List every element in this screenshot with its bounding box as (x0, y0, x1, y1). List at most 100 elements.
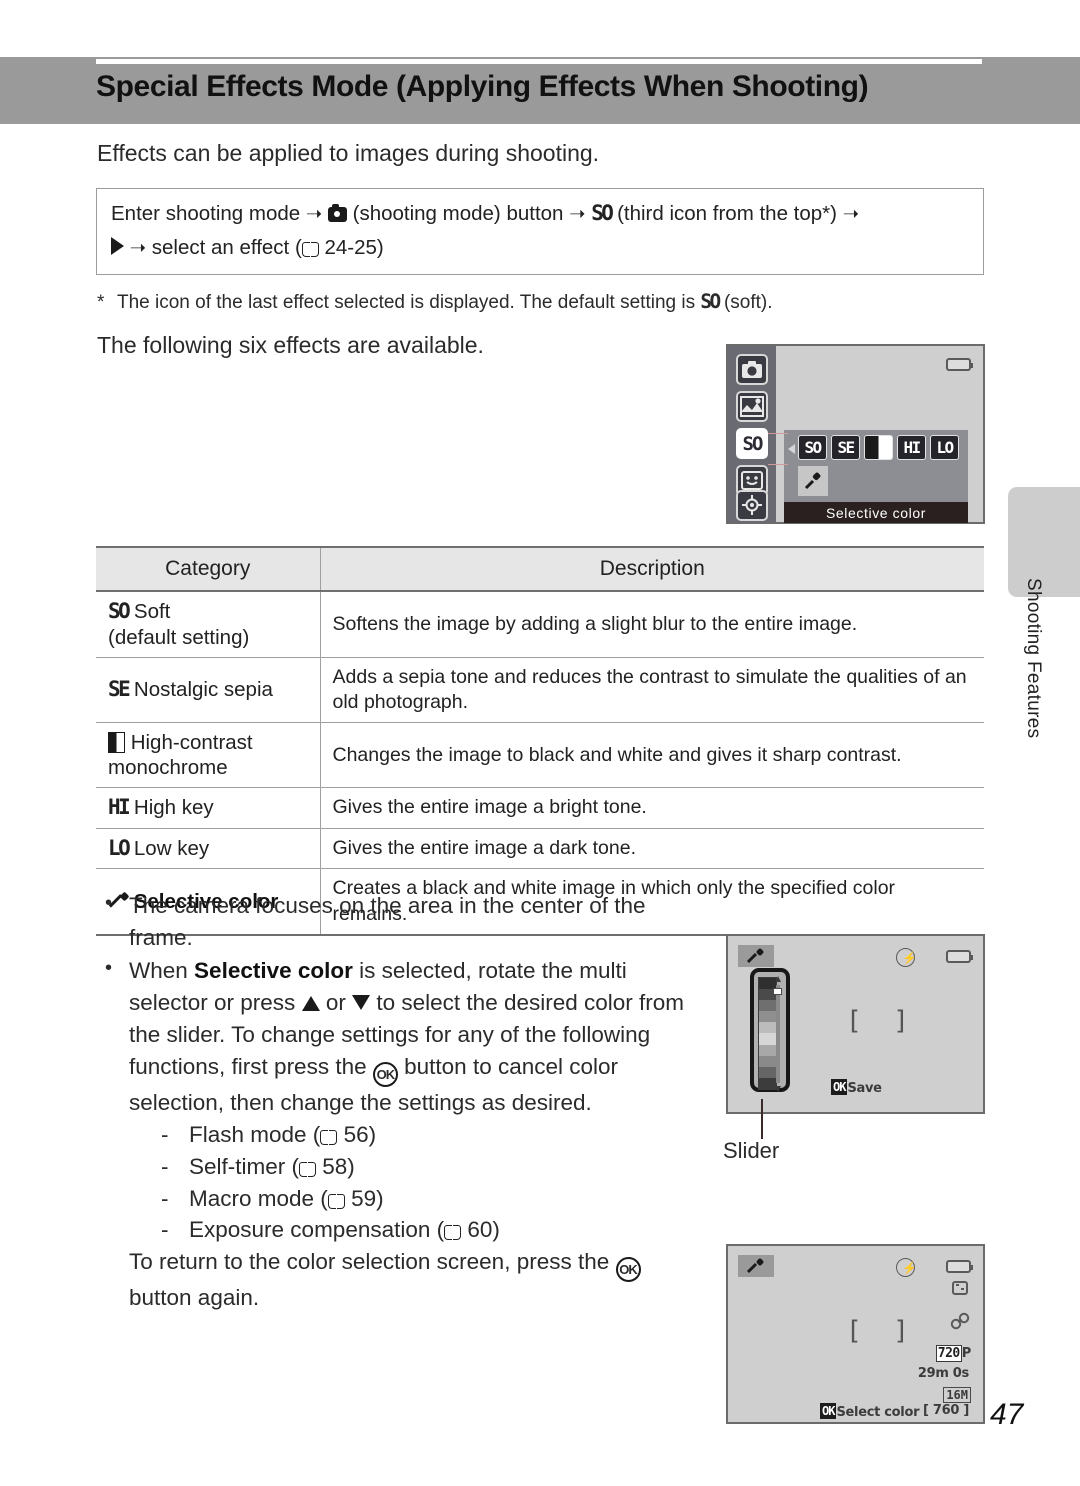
scrollbar-track[interactable] (775, 985, 780, 1083)
description-cell: Softens the image by adding a slight blu… (319, 590, 984, 658)
sub-label: Flash mode ( (189, 1121, 321, 1147)
shots-remaining: [ 760 ] (923, 1403, 969, 1418)
ok-save-hint: OK Save (831, 1079, 882, 1097)
effect-option-so[interactable]: SO (798, 435, 827, 460)
sub-list-item-flash: Flash mode ( 56) (129, 1119, 707, 1151)
color-slider[interactable] (750, 968, 790, 1092)
sub-page: 56) (343, 1121, 377, 1147)
focus-brackets: [ ] (846, 1316, 917, 1346)
shooting-mode-icon (327, 204, 347, 222)
intro-text: Effects can be applied to images during … (97, 140, 600, 166)
contrast-square-icon-row (108, 732, 125, 754)
target-mode-icon (736, 490, 768, 521)
scrollbar-thumb[interactable] (773, 988, 782, 995)
bullet-2-text-g: To return to the color selection screen,… (129, 1249, 610, 1275)
ok-button-osd-icon: OK (831, 1079, 848, 1095)
multi-selector-down-icon (352, 994, 371, 1010)
table-header-row: Category Description (96, 546, 984, 592)
book-reference-icon (327, 1193, 345, 1209)
book-reference-icon (301, 242, 319, 257)
chevron-left-icon (788, 444, 795, 454)
flash-off-icon: ⚡ (896, 1258, 917, 1277)
arrow-right-icon-4: ➝ (129, 237, 147, 259)
scene-glyph (740, 396, 764, 417)
table-row: High-contrast monochrome Changes the ima… (96, 722, 984, 789)
sub-label: Macro mode ( (189, 1185, 328, 1211)
effect-option-contrast-square-icon[interactable] (864, 435, 893, 460)
camera-screen-color-slider: ⚡ [ ] OK Save (726, 934, 985, 1114)
category-label: High-contrast (130, 731, 253, 755)
lo-icon-row: LO (108, 835, 131, 860)
ok-button-osd-icon: OK (820, 1403, 837, 1419)
slider-scrollbar[interactable] (773, 976, 782, 1092)
sub-page: 59) (351, 1185, 384, 1211)
table-row: HI High key Gives the entire image a bri… (96, 787, 984, 829)
category-sublabel: (default setting) (108, 625, 250, 649)
eyedropper-glyph (746, 948, 764, 964)
table-row: SE Nostalgic sepia Adds a sepia tone and… (96, 656, 984, 724)
category-sublabel: monochrome (108, 756, 228, 780)
arrow-right-icon-3: ➝ (842, 203, 860, 225)
footnote: * The icon of the last effect selected is… (97, 290, 773, 314)
effect-option-eyedropper-icon[interactable] (798, 466, 828, 496)
camera-screen-effects-menu: SO SO SE HI LO Selective color (726, 344, 985, 524)
so-icon-footnote: SO (700, 290, 721, 313)
category-cell-sepia: SE Nostalgic sepia (96, 656, 321, 724)
category-label: High key (133, 796, 214, 820)
so-icon: SO (591, 201, 614, 225)
header-rule (96, 59, 982, 64)
description-cell: Gives the entire image a dark tone. (319, 827, 984, 870)
effect-option-se[interactable]: SE (831, 435, 860, 460)
description-cell: Changes the image to black and white and… (319, 722, 984, 789)
vibration-reduction-icon (949, 1279, 971, 1302)
list-item: When Selective color is selected, rotate… (97, 954, 707, 1314)
command-page-ref: 24-25) (324, 236, 384, 259)
so-rail-label: SO (742, 432, 764, 455)
footnote-text-a: The icon of the last effect selected is … (117, 292, 696, 313)
table-header-description: Description (319, 546, 984, 592)
category-label: Soft (133, 600, 171, 623)
effects-table: Category Description SO Soft (default se… (96, 546, 984, 936)
eyedropper-badge-icon (738, 1255, 774, 1277)
record-time-remaining: 29m 0s (917, 1366, 969, 1381)
focus-brackets: [ ] (846, 1006, 917, 1036)
hi-icon-row: HI (108, 795, 131, 820)
ok-action-label: Select color (836, 1405, 920, 1420)
page-title: Special Effects Mode (Applying Effects W… (96, 70, 869, 103)
callout-line-top (768, 433, 788, 434)
manual-page: Special Effects Mode (Applying Effects W… (0, 0, 1080, 1486)
sub-list-item-selftimer: Self-timer ( 58) (129, 1151, 707, 1183)
effect-option-lo[interactable]: LO (930, 435, 959, 460)
table-row: SO Soft (default setting) Softens the im… (96, 590, 984, 658)
command-path-box: Enter shooting mode ➝ (shooting mode) bu… (96, 188, 984, 275)
mode-rail: SO (728, 346, 776, 522)
effect-option-hi[interactable]: HI (897, 435, 926, 460)
movie-size-value: 720 (935, 1345, 962, 1362)
so-icon-row: SO (108, 599, 131, 623)
command-third-icon-label: (third icon from the top*) (617, 202, 837, 225)
arrow-right-icon-2: ➝ (569, 203, 586, 225)
footnote-text-b: (soft). (723, 292, 773, 313)
se-icon-row: SE (108, 677, 131, 702)
scene-mode-icon (736, 391, 768, 422)
bullet-2-text-a: When (129, 957, 188, 983)
vr-glyph (952, 1281, 968, 1295)
macro-icon (949, 1312, 971, 1337)
category-label: Low key (133, 836, 210, 860)
list-item: The camera focuses on the area in the ce… (97, 889, 707, 954)
table-row: LO Low key Gives the entire image a dark… (96, 827, 984, 870)
battery-icon (946, 358, 973, 371)
bullet-2-text-h: button again. (129, 1285, 260, 1311)
ok-select-color-hint: OK Select color (820, 1403, 920, 1421)
footnote-marker: * (97, 292, 105, 313)
command-select-effect-label: select an effect ( (151, 236, 302, 259)
command-shooting-mode-label: (shooting mode) button (352, 202, 564, 225)
effect-icon-row: SO SE HI LO (798, 435, 959, 460)
chevron-up-icon[interactable] (774, 976, 781, 982)
category-cell-monochrome: High-contrast monochrome (96, 722, 321, 789)
sidebar-item-so-selected[interactable]: SO (736, 428, 768, 459)
chevron-down-icon[interactable] (774, 1086, 781, 1092)
arrow-right-icon: ➝ (305, 203, 323, 225)
description-cell: Gives the entire image a bright tone. (319, 787, 984, 829)
save-label: Save (847, 1081, 882, 1096)
